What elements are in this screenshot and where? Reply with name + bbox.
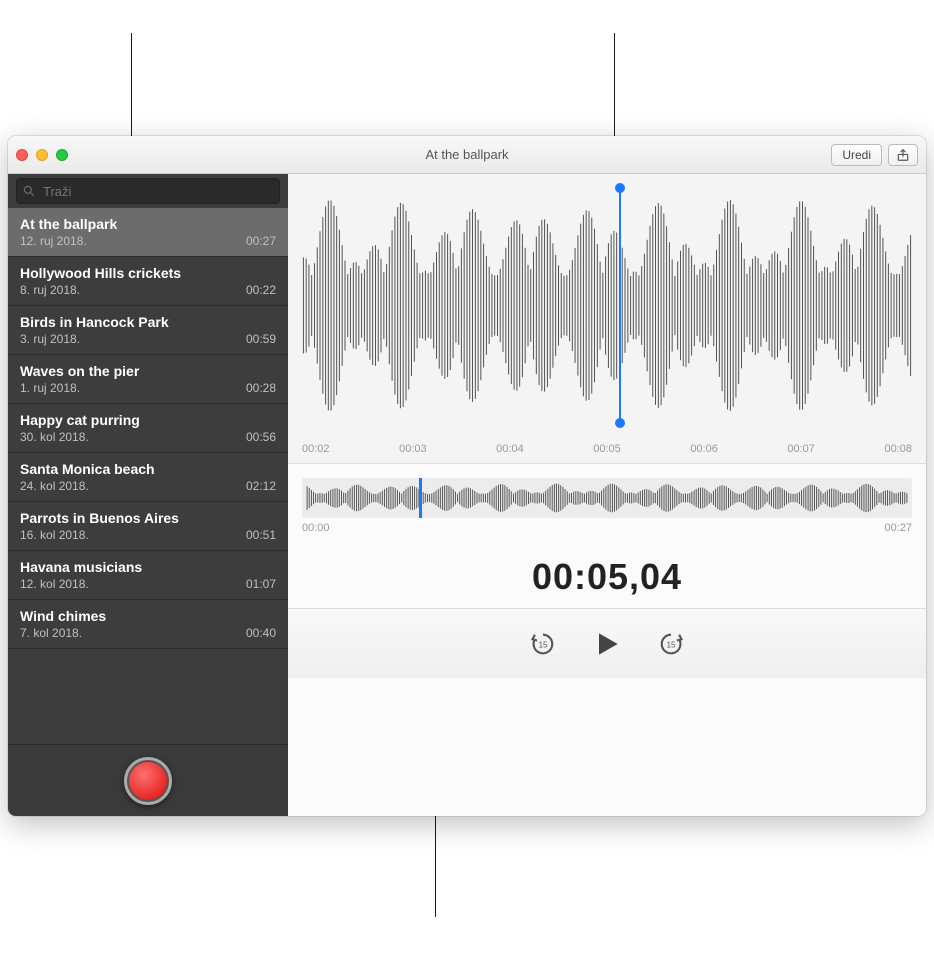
recording-title: Waves on the pier	[20, 363, 276, 379]
skip-back-button[interactable]: 15	[525, 626, 561, 662]
tick-label: 00:03	[399, 443, 427, 455]
skip-forward-button[interactable]: 15	[653, 626, 689, 662]
playback-controls: 15 15	[288, 608, 926, 678]
recording-date: 8. ruj 2018.	[20, 283, 80, 297]
recording-item[interactable]: Waves on the pier 1. ruj 2018. 00:28	[8, 355, 288, 404]
record-button-area	[8, 744, 288, 816]
recording-title: At the ballpark	[20, 216, 276, 232]
recording-date: 3. ruj 2018.	[20, 332, 80, 346]
window-controls	[16, 149, 68, 161]
recording-duration: 02:12	[246, 479, 276, 493]
skip-forward-icon: 15	[657, 630, 685, 658]
recording-duration: 00:56	[246, 430, 276, 444]
play-icon	[591, 628, 623, 660]
recording-duration: 00:40	[246, 626, 276, 640]
recording-title: Happy cat purring	[20, 412, 276, 428]
recording-title: Havana musicians	[20, 559, 276, 575]
app-window: At the ballpark Uredi At the ballpark 12…	[8, 136, 926, 816]
tick-label: 00:07	[787, 443, 815, 455]
recording-item[interactable]: Santa Monica beach 24. kol 2018. 02:12	[8, 453, 288, 502]
recording-duration: 00:59	[246, 332, 276, 346]
tick-label: 00:04	[496, 443, 524, 455]
fullscreen-window-button[interactable]	[56, 149, 68, 161]
skip-back-icon: 15	[529, 630, 557, 658]
recording-item[interactable]: Wind chimes 7. kol 2018. 00:40	[8, 600, 288, 649]
recordings-list: At the ballpark 12. ruj 2018. 00:27 Holl…	[8, 208, 288, 744]
edit-button[interactable]: Uredi	[831, 144, 882, 166]
waveform-detail[interactable]: 00:02 00:03 00:04 00:05 00:06 00:07 00:08	[288, 174, 926, 464]
recording-duration: 00:51	[246, 528, 276, 542]
recording-title: Hollywood Hills crickets	[20, 265, 276, 281]
recording-duration: 01:07	[246, 577, 276, 591]
recording-date: 16. kol 2018.	[20, 528, 89, 542]
recording-date: 12. kol 2018.	[20, 577, 89, 591]
recording-title: Birds in Hancock Park	[20, 314, 276, 330]
close-window-button[interactable]	[16, 149, 28, 161]
tick-label: 00:02	[302, 443, 330, 455]
tick-label: 00:06	[690, 443, 718, 455]
callout-line	[131, 33, 132, 136]
titlebar: At the ballpark Uredi	[8, 136, 926, 174]
svg-text:15: 15	[666, 640, 676, 649]
svg-text:15: 15	[538, 640, 548, 649]
overview-end-label: 00:27	[884, 522, 912, 534]
recording-title: Parrots in Buenos Aires	[20, 510, 276, 526]
tick-label: 00:08	[884, 443, 912, 455]
recording-title: Santa Monica beach	[20, 461, 276, 477]
recording-item[interactable]: Happy cat purring 30. kol 2018. 00:56	[8, 404, 288, 453]
tick-label: 00:05	[593, 443, 621, 455]
overview-start-label: 00:00	[302, 522, 330, 534]
time-ticks: 00:02 00:03 00:04 00:05 00:06 00:07 00:08	[302, 443, 912, 455]
share-icon	[896, 148, 910, 162]
playhead-detail[interactable]	[619, 188, 621, 423]
search-input[interactable]	[16, 178, 280, 204]
waveform-overview-graphic	[306, 482, 908, 514]
recording-date: 12. ruj 2018.	[20, 234, 87, 248]
waveform-detail-graphic	[302, 188, 912, 423]
recording-duration: 00:22	[246, 283, 276, 297]
main-panel: 00:02 00:03 00:04 00:05 00:06 00:07 00:08 00:0…	[288, 174, 926, 816]
share-button[interactable]	[888, 144, 918, 166]
recording-item[interactable]: Parrots in Buenos Aires 16. kol 2018. 00…	[8, 502, 288, 551]
recording-item[interactable]: At the ballpark 12. ruj 2018. 00:27	[8, 208, 288, 257]
recording-date: 30. kol 2018.	[20, 430, 89, 444]
recording-date: 24. kol 2018.	[20, 479, 89, 493]
playhead-overview[interactable]	[419, 478, 422, 518]
recording-date: 1. ruj 2018.	[20, 381, 80, 395]
minimize-window-button[interactable]	[36, 149, 48, 161]
record-button[interactable]	[124, 757, 172, 805]
recording-item[interactable]: Havana musicians 12. kol 2018. 01:07	[8, 551, 288, 600]
window-title: At the ballpark	[8, 147, 926, 162]
recording-date: 7. kol 2018.	[20, 626, 82, 640]
timecode: 00:05,04	[288, 556, 926, 598]
waveform-overview[interactable]	[302, 478, 912, 518]
recording-duration: 00:27	[246, 234, 276, 248]
recording-title: Wind chimes	[20, 608, 276, 624]
recording-duration: 00:28	[246, 381, 276, 395]
play-button[interactable]	[589, 626, 625, 662]
recording-item[interactable]: Birds in Hancock Park 3. ruj 2018. 00:59	[8, 306, 288, 355]
sidebar: At the ballpark 12. ruj 2018. 00:27 Holl…	[8, 174, 288, 816]
recording-item[interactable]: Hollywood Hills crickets 8. ruj 2018. 00…	[8, 257, 288, 306]
search-icon	[22, 184, 36, 198]
